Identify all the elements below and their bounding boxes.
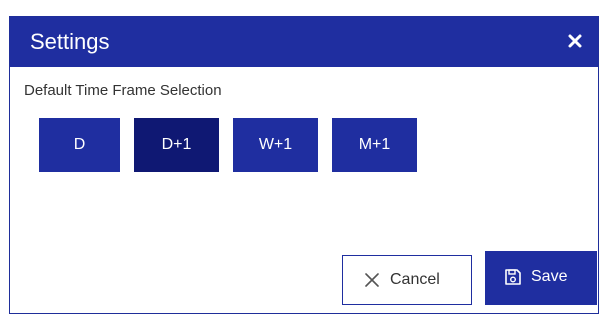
save-label: Save bbox=[531, 268, 568, 285]
x-icon bbox=[365, 273, 379, 287]
floppy-disk-icon bbox=[505, 269, 521, 285]
settings-dialog: Settings Default Time Frame Selection D … bbox=[9, 16, 599, 314]
time-frame-w1-button[interactable]: W+1 bbox=[233, 118, 318, 172]
close-icon bbox=[568, 34, 582, 48]
time-frame-d-button[interactable]: D bbox=[39, 118, 120, 172]
close-button[interactable] bbox=[562, 28, 588, 54]
cancel-button[interactable]: Cancel bbox=[342, 255, 472, 305]
cancel-label: Cancel bbox=[390, 271, 440, 288]
save-button[interactable]: Save bbox=[485, 251, 597, 305]
time-frame-d1-button[interactable]: D+1 bbox=[134, 118, 219, 172]
time-frame-section-label: Default Time Frame Selection bbox=[24, 82, 222, 99]
time-frame-m1-button[interactable]: M+1 bbox=[332, 118, 417, 172]
dialog-title: Settings bbox=[30, 29, 110, 54]
dialog-titlebar: Settings bbox=[10, 17, 598, 67]
